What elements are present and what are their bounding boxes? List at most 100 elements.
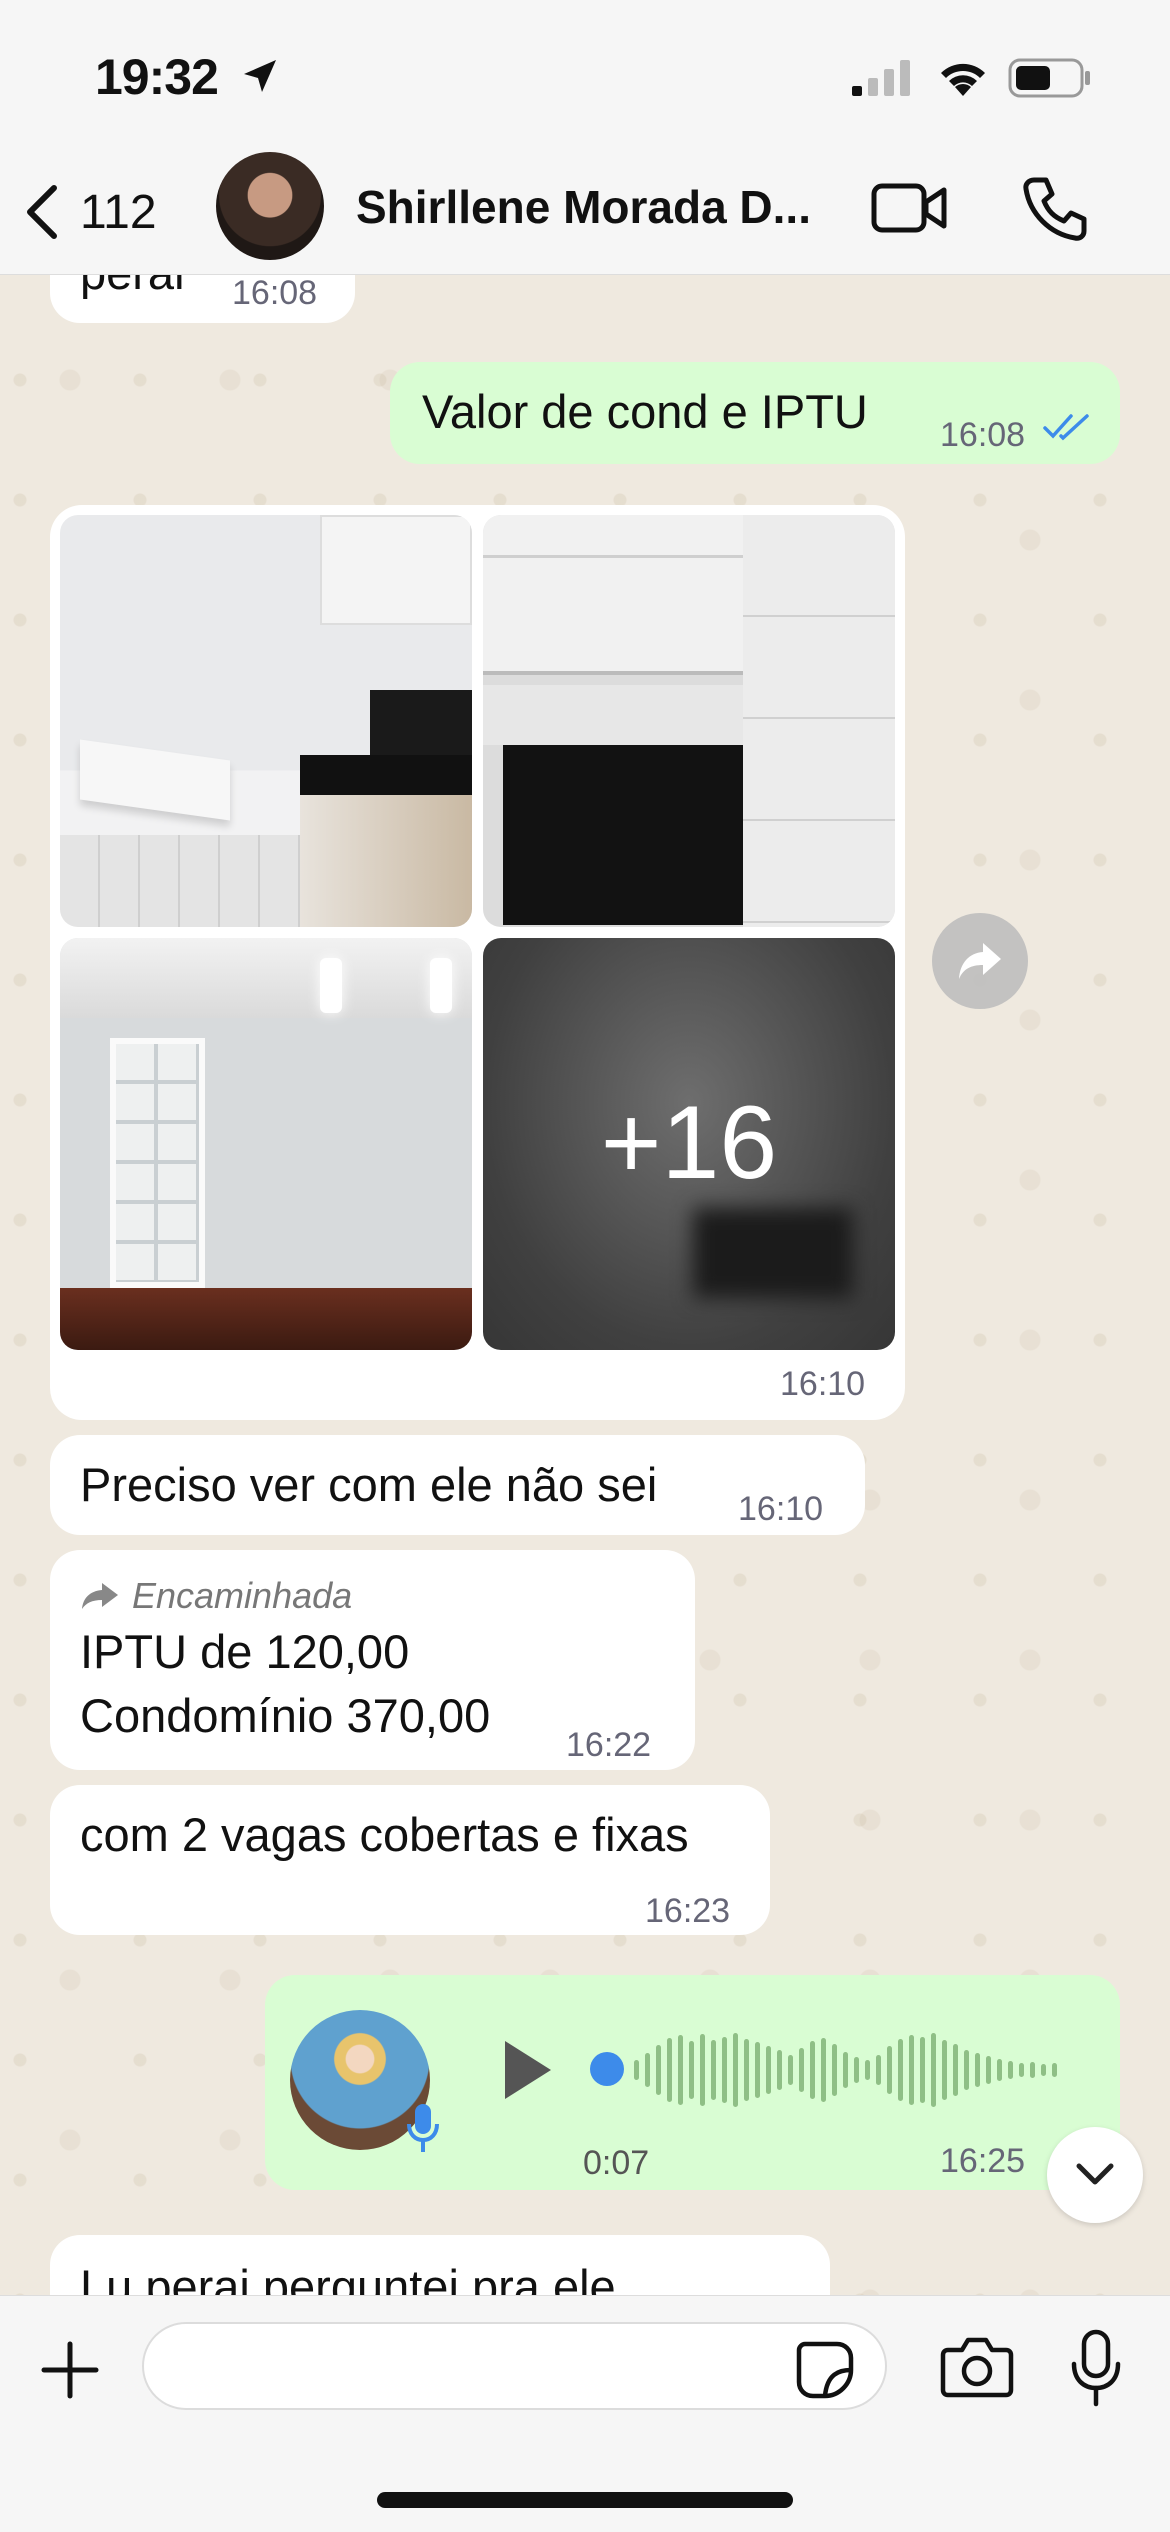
photo-detail bbox=[370, 690, 472, 760]
photo-detail bbox=[300, 795, 472, 927]
back-button[interactable]: 112 bbox=[22, 172, 182, 252]
waveform-bar bbox=[766, 2046, 771, 2094]
waveform-bar bbox=[678, 2035, 683, 2105]
read-ticks-icon bbox=[1043, 414, 1089, 441]
waveform-bar bbox=[645, 2053, 650, 2087]
attach-plus-button[interactable] bbox=[38, 2338, 102, 2402]
waveform-bar bbox=[986, 2056, 991, 2084]
waveform-bar bbox=[689, 2041, 694, 2099]
more-photos-count: +16 bbox=[600, 1085, 778, 1201]
voice-call-button[interactable] bbox=[1020, 174, 1090, 244]
album-photo-kitchen-1[interactable] bbox=[60, 515, 472, 927]
location-arrow-icon bbox=[244, 60, 276, 92]
photo-detail bbox=[60, 835, 300, 927]
waveform-bar bbox=[656, 2045, 661, 2095]
camera-button[interactable] bbox=[940, 2336, 1014, 2398]
message-time: 16:10 bbox=[738, 1490, 824, 1528]
forward-button[interactable] bbox=[932, 913, 1028, 1009]
message-text: com 2 vagas cobertas e fixas bbox=[80, 1808, 689, 1861]
message-time: 16:23 bbox=[645, 1892, 731, 1930]
forwarded-arrow-icon bbox=[82, 1583, 118, 1609]
waveform-bar bbox=[821, 2038, 826, 2102]
audio-waveform[interactable] bbox=[630, 2025, 1070, 2115]
album-photo-kitchen-2[interactable] bbox=[483, 515, 895, 927]
waveform-bar bbox=[667, 2038, 672, 2102]
waveform-bar bbox=[887, 2046, 892, 2094]
photo-detail bbox=[743, 515, 895, 927]
waveform-bar bbox=[634, 2060, 639, 2080]
message-time: 16:10 bbox=[780, 1365, 866, 1403]
waveform-bar bbox=[733, 2033, 738, 2107]
photo-album-message[interactable]: +16 16:10 bbox=[50, 505, 905, 1420]
waveform-bar bbox=[1041, 2064, 1046, 2076]
waveform-bar bbox=[755, 2042, 760, 2098]
scroll-to-bottom-button[interactable] bbox=[1047, 2127, 1143, 2223]
forwarded-text: Encaminhada bbox=[132, 1575, 353, 1616]
audio-duration: 0:07 bbox=[583, 2144, 650, 2182]
waveform-bar bbox=[832, 2044, 837, 2096]
status-bar: 19:32 bbox=[0, 0, 1170, 150]
message-input[interactable] bbox=[142, 2322, 887, 2410]
battery-icon bbox=[1008, 58, 1090, 98]
waveform-bar bbox=[777, 2050, 782, 2090]
contact-avatar[interactable] bbox=[216, 152, 324, 260]
photo-detail bbox=[430, 958, 452, 1013]
photo-detail bbox=[483, 555, 743, 615]
message-text: Preciso ver com ele não sei bbox=[80, 1458, 658, 1511]
waveform-bar bbox=[1030, 2062, 1035, 2078]
message-bubble-outgoing[interactable]: Valor de cond e IPTU 16:08 bbox=[390, 362, 1120, 464]
photo-detail bbox=[110, 1038, 205, 1288]
waveform-bar bbox=[931, 2033, 936, 2107]
microphone-button[interactable] bbox=[1068, 2328, 1124, 2408]
waveform-bar bbox=[700, 2034, 705, 2106]
waveform-bar bbox=[865, 2060, 870, 2080]
waveform-bar bbox=[744, 2039, 749, 2101]
wifi-icon bbox=[941, 63, 985, 96]
playback-scrubber[interactable] bbox=[590, 2052, 624, 2086]
contact-name[interactable]: Shirllene Morada D... bbox=[356, 180, 826, 234]
message-bubble-incoming[interactable]: Preciso ver com ele não sei 16:10 bbox=[50, 1435, 865, 1535]
video-call-button[interactable] bbox=[870, 178, 950, 238]
waveform-bar bbox=[788, 2055, 793, 2085]
status-time: 19:32 bbox=[95, 49, 219, 105]
photo-detail bbox=[60, 1288, 472, 1350]
message-time: 16:22 bbox=[566, 1726, 652, 1764]
waveform-bar bbox=[997, 2059, 1002, 2081]
album-photo-room[interactable] bbox=[60, 938, 472, 1350]
waveform-bar bbox=[975, 2053, 980, 2087]
message-bubble-incoming[interactable]: com 2 vagas cobertas e fixas 16:23 bbox=[50, 1785, 770, 1935]
play-button[interactable] bbox=[497, 2035, 557, 2105]
voice-note-message[interactable]: 0:07 16:25 bbox=[265, 1975, 1120, 2190]
forwarded-label: Encaminhada bbox=[80, 1568, 352, 1624]
unread-count: 112 bbox=[80, 185, 157, 239]
home-indicator[interactable] bbox=[377, 2492, 793, 2508]
waveform-bar bbox=[942, 2040, 947, 2100]
waveform-bar bbox=[920, 2037, 925, 2103]
waveform-bar bbox=[810, 2041, 815, 2099]
message-time: 16:25 bbox=[940, 2142, 1026, 2180]
photo-detail bbox=[320, 958, 342, 1013]
waveform-bar bbox=[953, 2044, 958, 2096]
photo-detail bbox=[483, 685, 743, 745]
message-bubble-forwarded[interactable]: Encaminhada IPTU de 120,00 Condomínio 37… bbox=[50, 1550, 695, 1770]
waveform-bar bbox=[711, 2040, 716, 2100]
photo-detail bbox=[80, 739, 230, 821]
waveform-bar bbox=[1008, 2061, 1013, 2079]
chat-header: 112 Shirllene Morada D... bbox=[0, 150, 1170, 275]
waveform-bar bbox=[854, 2057, 859, 2083]
album-photo-more[interactable]: +16 bbox=[483, 938, 895, 1350]
forward-arrow-icon bbox=[959, 943, 1001, 979]
sticker-button[interactable] bbox=[795, 2340, 855, 2400]
waveform-bar bbox=[964, 2050, 969, 2090]
message-time: 16:08 bbox=[940, 416, 1026, 454]
waveform-bar bbox=[722, 2037, 727, 2103]
photo-detail bbox=[693, 1208, 853, 1298]
photo-detail bbox=[60, 938, 472, 1018]
message-text-line: IPTU de 120,00 bbox=[80, 1625, 410, 1678]
waveform-bar bbox=[843, 2052, 848, 2088]
waveform-bar bbox=[909, 2035, 914, 2105]
chevron-left-icon bbox=[27, 185, 57, 239]
waveform-bar bbox=[876, 2055, 881, 2085]
photo-detail bbox=[503, 745, 783, 925]
message-text: Valor de cond e IPTU bbox=[422, 385, 868, 438]
